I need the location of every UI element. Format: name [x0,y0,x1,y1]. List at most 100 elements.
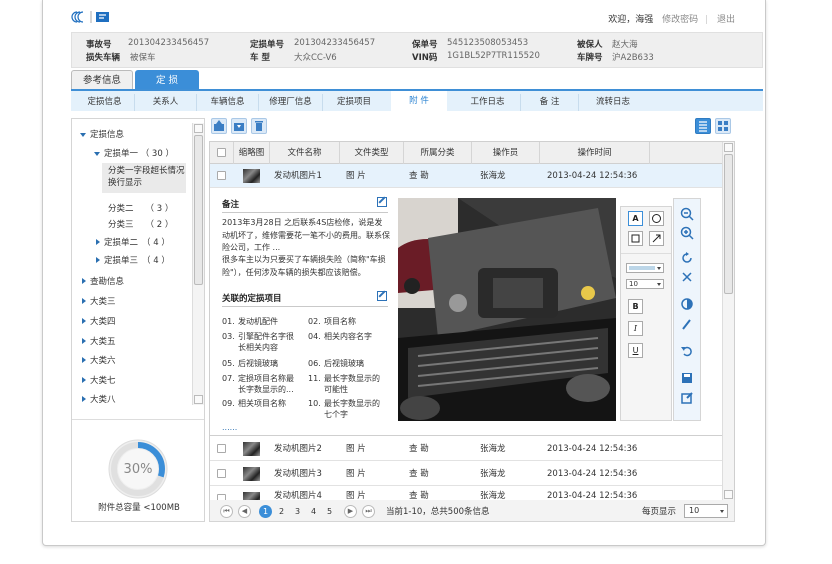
font-size-select[interactable]: 10 [626,279,664,289]
more-link[interactable]: ...... [222,422,237,433]
prev-page-button[interactable]: ◀ [238,505,251,518]
subtab-parties[interactable]: 关系人 [135,94,197,111]
scroll-thumb[interactable] [194,135,203,285]
zoom-in-icon[interactable] [680,226,694,240]
related-item-label[interactable]: 发动机配件 [238,316,302,327]
edit-related-icon[interactable] [377,291,387,301]
tree-node-cat2[interactable]: 分类二（ 3 ） [108,202,173,214]
car-engine-photo[interactable] [398,198,616,421]
thumbnail-image[interactable] [243,169,260,183]
col-operator[interactable]: 操作员 [472,142,540,164]
related-item[interactable]: 03. [222,331,235,342]
rotate-icon[interactable] [680,251,694,265]
scroll-down-icon[interactable] [194,395,203,404]
page-5[interactable]: 5 [323,505,336,518]
bold-button[interactable]: B [628,299,643,314]
underline-button[interactable]: U [628,343,643,358]
subtab-work-log[interactable]: 工作日志 [455,94,521,111]
tree-node-big8[interactable]: 大类八 [82,393,116,405]
logout-link[interactable]: 退出 [717,15,735,25]
undo-icon[interactable] [680,344,694,358]
edit-note-icon[interactable] [377,197,387,207]
row-checkbox[interactable] [217,469,226,478]
brush-icon[interactable] [680,317,694,331]
thumbnail-image[interactable] [243,442,260,456]
related-item[interactable]: 06. [308,358,321,369]
related-item[interactable]: 01. [222,316,235,327]
delete-button[interactable] [251,118,267,134]
subtab-loss-items[interactable]: 定损项目 [323,94,385,111]
scroll-thumb[interactable] [724,154,733,294]
related-item[interactable]: 02. [308,316,321,327]
first-page-button[interactable]: ⏮ [220,505,233,518]
tab-loss-assessment[interactable]: 定 损 [135,70,199,90]
next-page-button[interactable]: ▶ [344,505,357,518]
related-item-label[interactable]: 相关项目名称 [238,398,302,409]
last-page-button[interactable]: ⏭ [362,505,375,518]
edit-save-icon[interactable] [680,391,694,405]
upload-button[interactable] [211,118,227,134]
thumbnail-image[interactable] [243,467,260,481]
col-file-type[interactable]: 文件类型 [340,142,404,164]
tab-reference-info[interactable]: 参考信息 [71,70,133,90]
row-checkbox[interactable] [217,444,226,453]
tree-node-loss-info[interactable]: 定损信息 [80,128,124,140]
tree-node-loss-single-2[interactable]: 定损单二（ 4 ） [96,236,170,248]
color-picker[interactable] [626,263,664,273]
page-1[interactable]: 1 [259,505,272,518]
col-file-name[interactable]: 文件名称 [270,142,340,164]
per-page-select[interactable]: 10 [684,504,728,518]
subtab-loss-info[interactable]: 定损信息 [75,94,135,111]
related-item[interactable]: 07. [222,373,235,384]
zoom-out-icon[interactable] [680,207,694,221]
save-icon[interactable] [680,371,694,385]
related-item[interactable]: 11. [308,373,321,384]
subtab-attachments[interactable]: 附 件 [391,91,447,111]
tree-node-long-category[interactable]: 分类一字段超长情况换行显示 [102,163,186,193]
subtab-remarks[interactable]: 备 注 [521,94,579,111]
list-view-button[interactable] [695,118,711,134]
related-item[interactable]: 05. [222,358,235,369]
related-item[interactable]: 04. [308,331,321,342]
subtab-vehicle-info[interactable]: 车辆信息 [197,94,259,111]
tree-node-big7[interactable]: 大类七 [82,374,116,386]
related-item-label[interactable]: 定损项目名称最长字数显示的... [238,373,300,395]
row-checkbox[interactable] [217,171,226,180]
related-item[interactable]: 09. [222,398,235,409]
subtab-flow-log[interactable]: 流转日志 [579,94,647,111]
table-row[interactable]: 发动机图片1 图 片 查 勘 张海龙 2013-04-24 12:54:36 [210,164,722,188]
scroll-up-icon[interactable] [724,143,733,152]
related-item[interactable]: 10. [308,398,321,409]
download-button[interactable] [231,118,247,134]
tree-node-cat3[interactable]: 分类三（ 2 ） [108,218,173,230]
tree-node-big4[interactable]: 大类四 [82,315,116,327]
related-item-label[interactable]: 最长字数显示的七个字 [324,398,382,420]
col-category[interactable]: 所属分类 [404,142,472,164]
tree-node-big6[interactable]: 大类六 [82,354,116,366]
col-thumbnail[interactable]: 缩略图 [234,142,270,164]
contrast-icon[interactable] [680,297,694,311]
related-item-label[interactable]: 后视镜玻璃 [238,358,302,369]
related-item-label[interactable]: 项目名称 [324,316,388,327]
page-4[interactable]: 4 [307,505,320,518]
select-all-checkbox[interactable] [217,148,226,157]
scroll-down-icon[interactable] [724,490,733,499]
tree-node-loss-single-3[interactable]: 定损单三（ 4 ） [96,254,170,266]
related-item-label[interactable]: 后视镜玻璃 [324,358,388,369]
grid-view-button[interactable] [715,118,731,134]
page-2[interactable]: 2 [275,505,288,518]
related-item-label[interactable]: 引擎配件名字很长相关内容 [238,331,300,353]
ellipse-tool[interactable] [649,211,664,226]
grid-scrollbar[interactable] [722,142,734,500]
subtab-repair-shop[interactable]: 修理厂信息 [259,94,323,111]
tree-node-big3[interactable]: 大类三 [82,295,116,307]
arrow-tool[interactable] [649,231,664,246]
tree-node-big5[interactable]: 大类五 [82,335,116,347]
page-3[interactable]: 3 [291,505,304,518]
tree-node-loss-single-1[interactable]: 定损单一 （ 30 ） [94,147,174,159]
italic-button[interactable]: I [628,321,643,336]
flip-icon[interactable] [680,270,694,284]
related-item-label[interactable]: 相关内容名字 [324,331,388,342]
tree-node-survey-info[interactable]: 查勘信息 [82,275,124,287]
table-row[interactable]: 发动机图片3 图 片 查 勘 张海龙 2013-04-24 12:54:36 [210,462,722,486]
